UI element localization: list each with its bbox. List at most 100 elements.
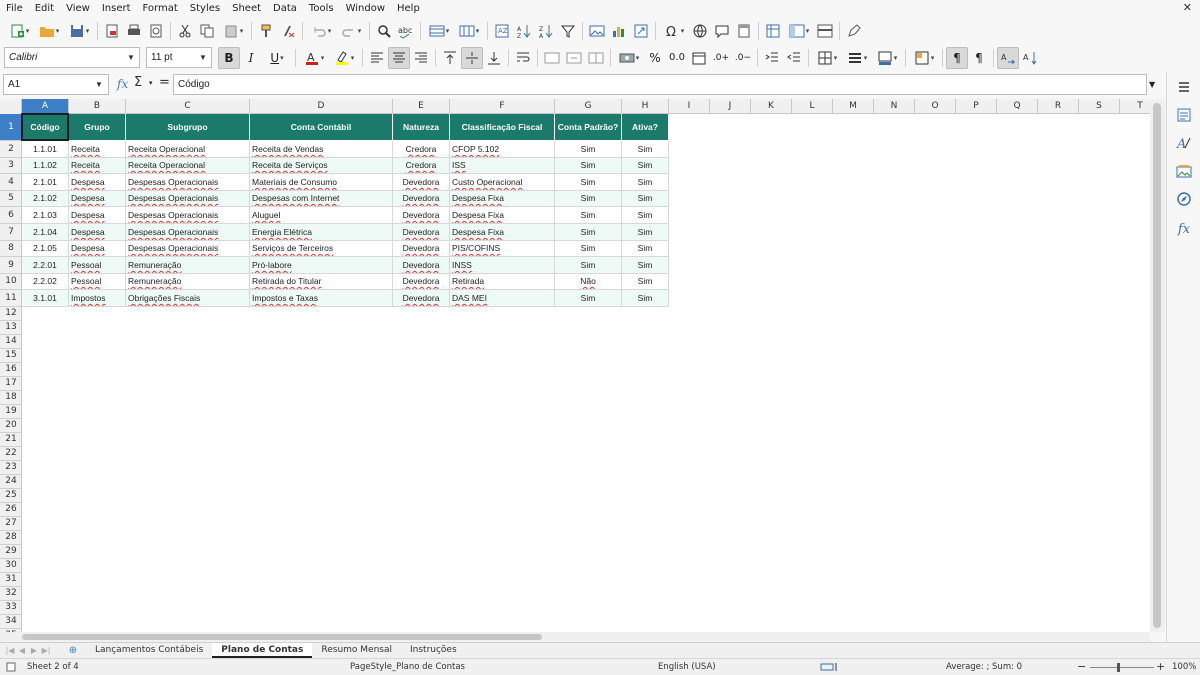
navigator-icon[interactable] — [1175, 190, 1193, 208]
cell-a2[interactable]: 1.1.01 — [22, 141, 69, 158]
column-header-h[interactable]: H — [622, 99, 669, 114]
insert-chart-icon[interactable] — [608, 20, 630, 42]
row-button[interactable]: ▾ — [424, 20, 454, 42]
sidebar-menu-icon[interactable] — [1175, 78, 1193, 96]
page-style[interactable]: PageStyle_Plano de Contas — [350, 662, 465, 672]
row-header-10[interactable]: 10 — [0, 274, 22, 290]
unmerge-cells-icon[interactable] — [585, 47, 607, 69]
row-header-2[interactable]: 2 — [0, 141, 22, 158]
cell-e6[interactable]: Devedora — [393, 207, 450, 224]
cell-d11[interactable]: Impostos e Taxas — [250, 290, 393, 307]
decrease-indent-icon[interactable] — [783, 47, 805, 69]
wrap-text-icon[interactable] — [512, 47, 534, 69]
selection-mode-icon[interactable] — [820, 662, 840, 675]
text-horizontal-icon[interactable]: A — [997, 46, 1019, 69]
cell-c5[interactable]: Despesas Operacionais — [126, 191, 250, 207]
cell-b1[interactable]: Grupo — [69, 114, 126, 141]
cell-b10[interactable]: Pessoal — [69, 274, 126, 290]
menu-format[interactable]: Format — [137, 0, 184, 17]
formula-input[interactable]: Código — [173, 74, 1147, 95]
new-document-button[interactable]: ▾ — [4, 20, 34, 42]
cell-b5[interactable]: Despesa — [69, 191, 126, 207]
date-format-icon[interactable] — [688, 47, 710, 69]
cell-h2[interactable]: Sim — [622, 141, 669, 158]
menu-file[interactable]: File — [0, 0, 29, 17]
row-header-21[interactable]: 21 — [0, 433, 22, 447]
highlight-color-button[interactable]: ▾ — [329, 47, 359, 69]
sort-ascending-icon[interactable]: AZ — [513, 20, 535, 42]
cell-c3[interactable]: Receita Operacional — [126, 158, 250, 174]
zoom-level[interactable]: 100% — [1172, 662, 1196, 672]
column-header-n[interactable]: N — [874, 99, 915, 114]
last-sheet-icon[interactable]: ▶| — [40, 645, 52, 657]
cell-g4[interactable]: Sim — [555, 174, 622, 191]
cell-a6[interactable]: 2.1.03 — [22, 207, 69, 224]
text-direction-rtl-icon[interactable]: ¶ — [968, 47, 990, 69]
column-header-e[interactable]: E — [393, 99, 450, 114]
find-replace-icon[interactable] — [373, 20, 395, 42]
cell-a7[interactable]: 2.1.04 — [22, 224, 69, 241]
cell-f3[interactable]: ISS — [450, 158, 555, 174]
column-header-g[interactable]: G — [555, 99, 622, 114]
menu-window[interactable]: Window — [340, 0, 391, 17]
cell-g1[interactable]: Conta Padrão? — [555, 114, 622, 141]
cell-e3[interactable]: Credora — [393, 158, 450, 174]
column-header-q[interactable]: Q — [997, 99, 1038, 114]
column-header-a[interactable]: A — [22, 99, 69, 114]
cell-f10[interactable]: Retirada — [450, 274, 555, 290]
first-sheet-icon[interactable]: |◀ — [4, 645, 16, 657]
column-header-m[interactable]: M — [833, 99, 874, 114]
column-header-t[interactable]: T — [1120, 99, 1150, 114]
clone-formatting-icon[interactable] — [255, 20, 277, 42]
cell-c8[interactable]: Despesas Operacionais — [126, 241, 250, 257]
border-style-button[interactable]: ▾ — [842, 47, 872, 69]
sort-icon[interactable]: AZ — [491, 20, 513, 42]
cell-d1[interactable]: Conta Contábil — [250, 114, 393, 141]
functions-icon[interactable]: fx — [1175, 220, 1193, 238]
cell-c11[interactable]: Obrigações Fiscais — [126, 290, 250, 307]
show-draw-functions-icon[interactable] — [843, 20, 865, 42]
gallery-icon[interactable] — [1175, 162, 1193, 180]
column-header-f[interactable]: F — [450, 99, 555, 114]
row-header-9[interactable]: 9 — [0, 257, 22, 274]
selection-summary[interactable]: Average: ; Sum: 0 — [946, 662, 1022, 672]
special-character-button[interactable]: Ω ▾ — [659, 20, 689, 42]
chevron-down-icon[interactable]: ▼ — [90, 75, 108, 94]
cell-a11[interactable]: 3.1.01 — [22, 290, 69, 307]
cell-f2[interactable]: CFOP 5.102 — [450, 141, 555, 158]
row-header-12[interactable]: 12 — [0, 307, 22, 321]
autofilter-icon[interactable] — [557, 20, 579, 42]
freeze-rows-columns-button[interactable]: ▾ — [784, 20, 814, 42]
align-right-icon[interactable] — [410, 47, 432, 69]
previous-sheet-icon[interactable]: ◀ — [16, 645, 28, 657]
cell-h9[interactable]: Sim — [622, 257, 669, 274]
menu-insert[interactable]: Insert — [96, 0, 137, 17]
cell-f7[interactable]: Despesa Fixa — [450, 224, 555, 241]
row-header-31[interactable]: 31 — [0, 573, 22, 587]
cell-d6[interactable]: Aluguel — [250, 207, 393, 224]
cell-e4[interactable]: Devedora — [393, 174, 450, 191]
cell-h8[interactable]: Sim — [622, 241, 669, 257]
row-header-28[interactable]: 28 — [0, 531, 22, 545]
cell-b2[interactable]: Receita — [69, 141, 126, 158]
merge-cells-icon[interactable] — [563, 47, 585, 69]
cell-e2[interactable]: Credora — [393, 141, 450, 158]
sheet-tab-4[interactable]: Instruções — [401, 643, 466, 658]
row-header-26[interactable]: 26 — [0, 503, 22, 517]
properties-icon[interactable] — [1175, 106, 1193, 124]
cell-f6[interactable]: Despesa Fixa — [450, 207, 555, 224]
column-header-l[interactable]: L — [792, 99, 833, 114]
cell-d9[interactable]: Pró-labore — [250, 257, 393, 274]
align-middle-icon[interactable] — [461, 46, 483, 69]
cell-f4[interactable]: Custo Operacional — [450, 174, 555, 191]
cell-d7[interactable]: Energia Elétrica — [250, 224, 393, 241]
horizontal-scroll-thumb[interactable] — [22, 634, 542, 640]
row-header-33[interactable]: 33 — [0, 601, 22, 615]
cell-b4[interactable]: Despesa — [69, 174, 126, 191]
row-header-16[interactable]: 16 — [0, 363, 22, 377]
row-header-32[interactable]: 32 — [0, 587, 22, 601]
define-print-area-icon[interactable] — [762, 20, 784, 42]
split-window-icon[interactable] — [814, 20, 836, 42]
export-pdf-icon[interactable] — [101, 20, 123, 42]
cell-f1[interactable]: Classificação Fiscal — [450, 114, 555, 141]
